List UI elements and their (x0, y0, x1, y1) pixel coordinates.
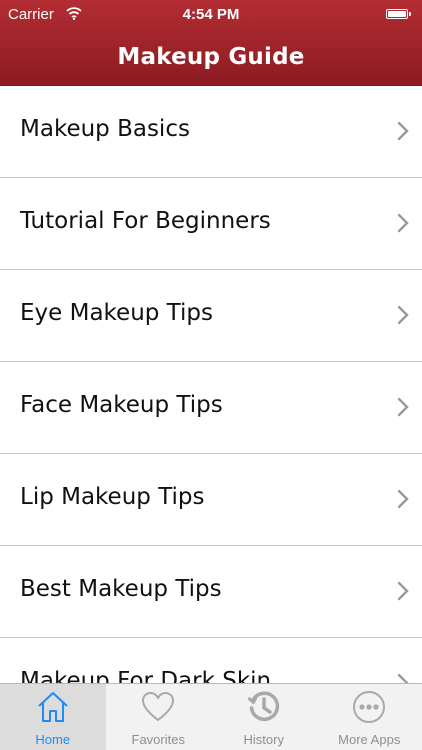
tab-bar: Home Favorites History More Apps (0, 683, 422, 750)
page-title: Makeup Guide (117, 44, 305, 70)
app-header: Carrier 4:54 PM Makeup Guide (0, 0, 422, 86)
heart-icon (142, 692, 175, 721)
history-icon (247, 691, 279, 721)
tab-home[interactable]: Home (0, 684, 106, 750)
list-item-label: Tutorial For Beginners (20, 208, 271, 234)
chevron-right-icon (397, 581, 409, 601)
chevron-right-icon (397, 121, 409, 141)
list-item-label: Makeup For Dark Skin (20, 668, 272, 684)
chevron-right-icon (397, 213, 409, 233)
status-time: 4:54 PM (182, 6, 240, 23)
battery-icon (386, 9, 411, 19)
tab-favorites[interactable]: Favorites (106, 684, 212, 750)
status-bar: Carrier 4:54 PM (0, 0, 422, 30)
list-item-face-makeup-tips[interactable]: Face Makeup Tips (0, 362, 422, 454)
tab-history[interactable]: History (211, 684, 317, 750)
tab-label: Favorites (131, 732, 185, 747)
list-item-tutorial-for-beginners[interactable]: Tutorial For Beginners (0, 178, 422, 270)
list-item-eye-makeup-tips[interactable]: Eye Makeup Tips (0, 270, 422, 362)
list-item-best-makeup-tips[interactable]: Best Makeup Tips (0, 546, 422, 638)
tab-label: History (243, 732, 284, 747)
list-item-label: Lip Makeup Tips (20, 484, 205, 510)
list-item-lip-makeup-tips[interactable]: Lip Makeup Tips (0, 454, 422, 546)
list-item-label: Face Makeup Tips (20, 392, 223, 418)
home-icon (38, 692, 68, 722)
chevron-right-icon (397, 305, 409, 325)
tab-more-apps[interactable]: More Apps (317, 684, 422, 750)
list-item-makeup-for-dark-skin[interactable]: Makeup For Dark Skin (0, 638, 422, 684)
list-item-label: Makeup Basics (20, 116, 190, 142)
tab-label: More Apps (338, 732, 401, 747)
tab-label: Home (35, 732, 71, 747)
list-item-label: Best Makeup Tips (20, 576, 222, 602)
more-icon (353, 691, 386, 723)
chevron-right-icon (397, 397, 409, 417)
list-item-makeup-basics[interactable]: Makeup Basics (0, 86, 422, 178)
chevron-right-icon (397, 489, 409, 509)
list-item-label: Eye Makeup Tips (20, 300, 213, 326)
menu-list: Makeup Basics Tutorial For Beginners Eye… (0, 86, 422, 684)
